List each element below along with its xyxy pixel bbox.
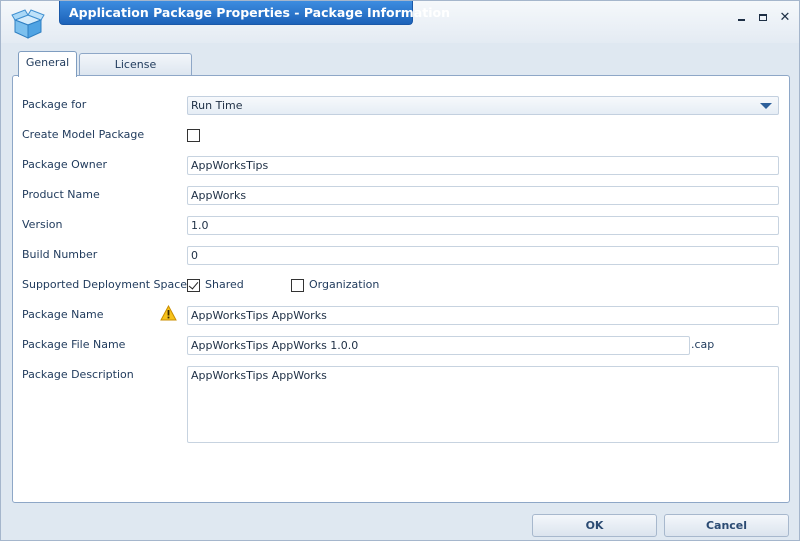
package-description-label: Package Description [22, 368, 134, 381]
maximize-button[interactable] [755, 9, 771, 25]
package-for-select[interactable]: Run Time [187, 96, 779, 115]
shared-checkbox[interactable] [187, 279, 200, 292]
organization-checkbox[interactable] [291, 279, 304, 292]
package-owner-label: Package Owner [22, 158, 108, 171]
version-label: Version [22, 218, 63, 231]
maximize-icon [759, 13, 767, 21]
build-number-label: Build Number [22, 248, 98, 261]
product-name-field[interactable]: AppWorks [187, 186, 779, 205]
package-file-name-label: Package File Name [22, 338, 126, 351]
close-button[interactable]: ✕ [777, 9, 793, 25]
create-model-package-label: Create Model Package [22, 128, 145, 141]
minimize-button[interactable] [733, 9, 749, 25]
organization-label: Organization [309, 278, 380, 291]
close-icon: ✕ [779, 9, 791, 25]
window-title: Application Package Properties - Package… [59, 1, 450, 25]
dialog-window: Application Package Properties - Package… [0, 0, 800, 541]
shared-label: Shared [205, 278, 244, 291]
package-name-field[interactable]: AppWorksTips AppWorks [187, 306, 779, 325]
package-box-icon [11, 9, 45, 39]
product-name-label: Product Name [22, 188, 100, 201]
file-extension-suffix: .cap [691, 338, 715, 351]
tab-general[interactable]: General [18, 51, 77, 77]
package-file-name-field[interactable]: AppWorksTips AppWorks 1.0.0 [187, 336, 690, 355]
package-owner-field[interactable]: AppWorksTips [187, 156, 779, 175]
package-name-label: Package Name [22, 308, 104, 321]
build-number-field[interactable]: 0 [187, 246, 779, 265]
minimize-icon [737, 19, 745, 21]
package-description-textarea[interactable]: AppWorksTips AppWorks [187, 366, 779, 443]
deployment-spaces-label: Supported Deployment Spaces [22, 278, 193, 291]
tab-license-agreements[interactable]: License Agreements [79, 53, 192, 92]
chevron-down-icon[interactable] [760, 103, 772, 109]
create-model-package-checkbox[interactable] [187, 129, 200, 142]
warning-icon [160, 305, 177, 321]
package-for-label: Package for [22, 98, 87, 111]
cancel-button[interactable]: Cancel [664, 514, 789, 537]
title-bar: Application Package Properties - Package… [1, 1, 799, 43]
version-field[interactable]: 1.0 [187, 216, 779, 235]
package-for-value: Run Time [191, 99, 243, 112]
ok-button[interactable]: OK [532, 514, 657, 537]
